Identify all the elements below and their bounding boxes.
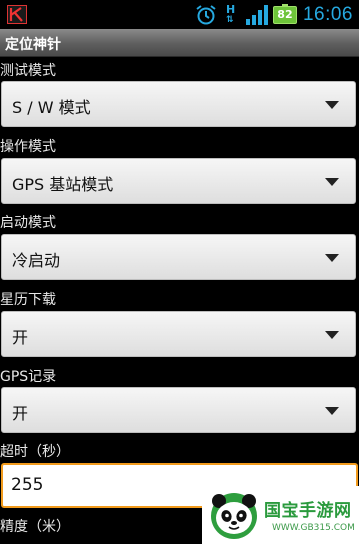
alarm-clock-icon (196, 4, 216, 24)
watermark: 国宝手游网 WWW.GB315.COM (202, 486, 359, 544)
signal-strength-icon (245, 4, 268, 25)
operation-mode-dropdown[interactable]: GPS 基站模式 (1, 158, 356, 204)
operation-mode-value: GPS 基站模式 (12, 175, 114, 194)
status-bar: H ⇅ 82 16:06 (0, 0, 359, 29)
watermark-url: WWW.GB315.COM (272, 523, 355, 533)
clock: 16:06 (302, 3, 353, 25)
ephemeris-download-label: 星历下载 (0, 292, 56, 308)
start-mode-value: 冷启动 (12, 251, 61, 270)
operation-mode-label: 操作模式 (0, 139, 56, 155)
battery-icon: 82 (272, 3, 297, 24)
test-mode-value: S / W 模式 (12, 98, 91, 117)
gps-record-value: 开 (12, 404, 29, 423)
timeout-label: 超时（秒） (0, 444, 70, 460)
page-title: 定位神针 (5, 37, 61, 53)
test-mode-dropdown[interactable]: S / W 模式 (1, 81, 356, 127)
gps-record-label: GPS记录 (0, 369, 57, 385)
watermark-title: 国宝手游网 (264, 501, 352, 521)
battery-level: 82 (277, 8, 293, 21)
ephemeris-download-dropdown[interactable]: 开 (1, 311, 356, 357)
start-mode-dropdown[interactable]: 冷启动 (1, 234, 356, 280)
dropdown-arrow-icon (325, 407, 339, 415)
dropdown-arrow-icon (325, 254, 339, 262)
dropdown-arrow-icon (325, 178, 339, 186)
app-notification-icon (7, 5, 27, 24)
accuracy-label: 精度（米） (0, 519, 70, 535)
test-mode-label: 测试模式 (0, 63, 56, 79)
start-mode-label: 启动模式 (0, 215, 56, 231)
gps-record-dropdown[interactable]: 开 (1, 387, 356, 433)
timeout-input[interactable] (11, 475, 211, 495)
network-hspa-icon: H ⇅ (225, 2, 236, 25)
dropdown-arrow-icon (325, 331, 339, 339)
ephemeris-download-value: 开 (12, 328, 29, 347)
app-title-bar: 定位神针 (0, 29, 359, 57)
panda-logo-icon (211, 493, 257, 539)
dropdown-arrow-icon (325, 101, 339, 109)
